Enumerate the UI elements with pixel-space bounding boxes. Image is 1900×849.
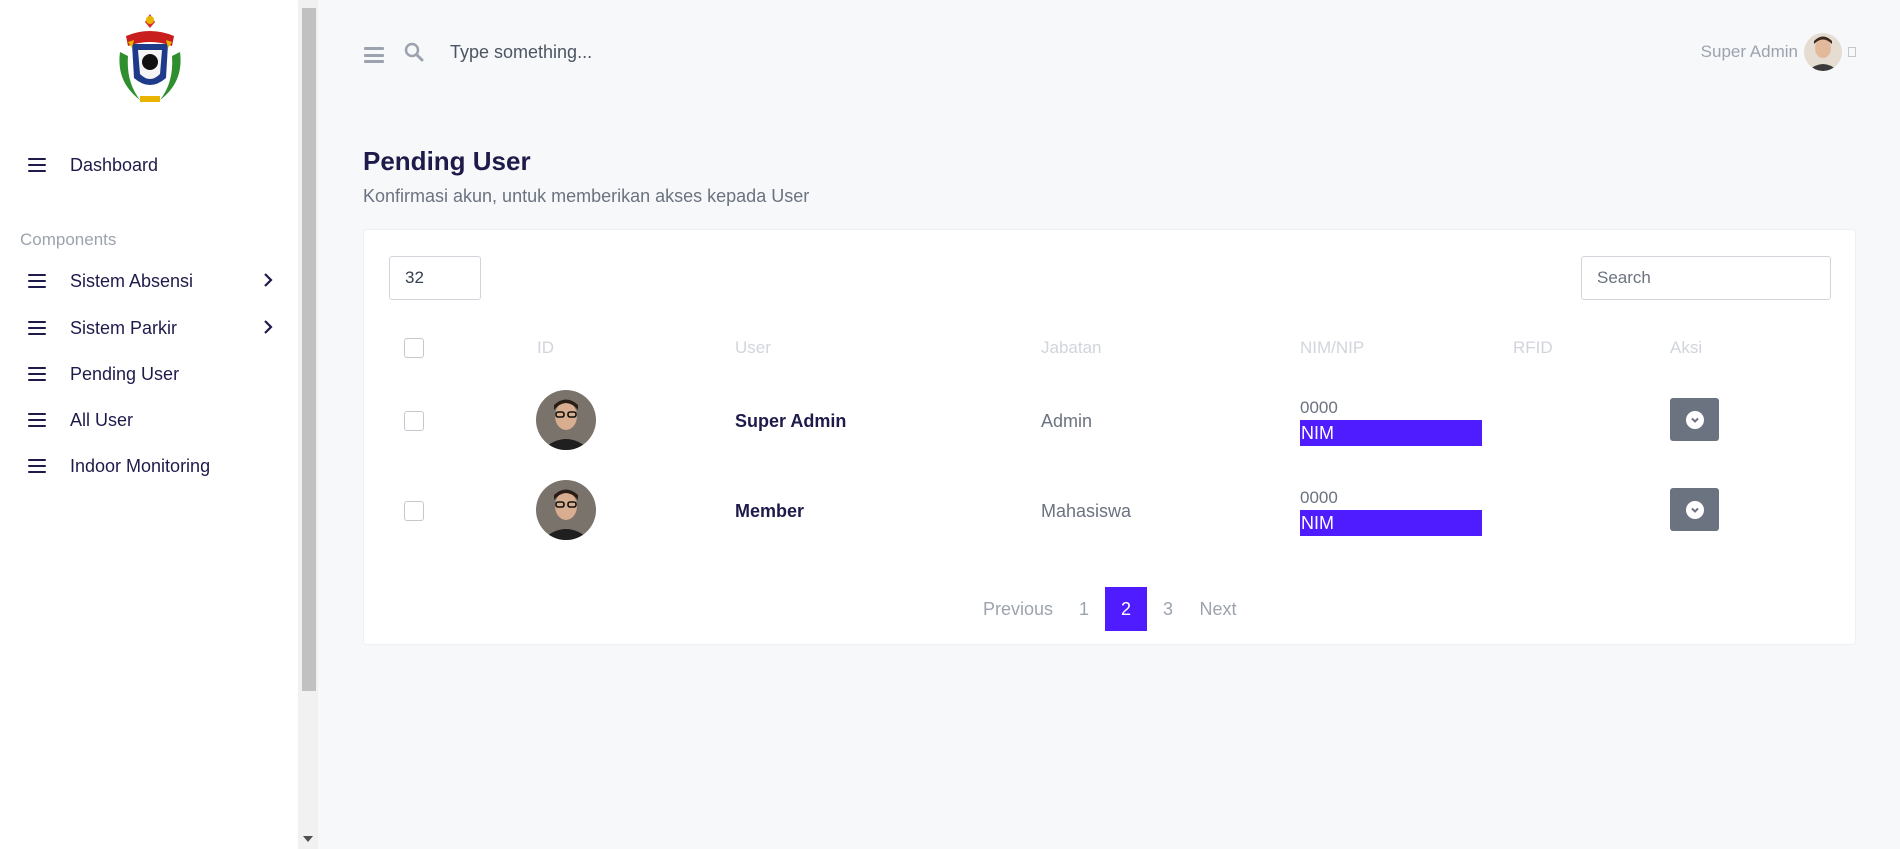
page-title: Pending User <box>363 146 531 176</box>
menu-icon <box>28 321 46 335</box>
sidebar: Dashboard Components Sistem Absensi Sist… <box>0 0 298 849</box>
pagination-page-1[interactable]: 1 <box>1069 587 1099 631</box>
menu-icon <box>28 459 46 473</box>
sidebar-item-label: Pending User <box>70 363 180 384</box>
pagination-next[interactable]: Next <box>1193 587 1243 631</box>
toggle-sidebar-button[interactable] <box>364 47 384 63</box>
pagination-previous[interactable]: Previous <box>976 587 1060 631</box>
user-menu[interactable]: Super Admin <box>1701 33 1856 71</box>
jabatan-cell: Admin <box>1041 411 1093 431</box>
sidebar-item-pending-user[interactable]: Pending User <box>28 359 278 389</box>
sidebar-item-label: All User <box>70 409 134 430</box>
page-length-input[interactable] <box>389 256 481 300</box>
table-search-input[interactable] <box>1581 256 1831 300</box>
sidebar-item-sistem-parkir[interactable]: Sistem Parkir <box>28 313 278 343</box>
menu-icon <box>28 274 46 288</box>
avatar <box>536 390 596 450</box>
user-name-cell: Member <box>735 501 805 521</box>
scrollbar-thumb[interactable] <box>302 8 316 691</box>
row-checkbox[interactable] <box>404 501 424 521</box>
sidebar-item-label: Sistem Absensi <box>70 270 194 291</box>
column-header-jabatan[interactable]: Jabatan <box>1041 338 1102 358</box>
jabatan-cell: Mahasiswa <box>1041 501 1132 521</box>
sidebar-item-label: Indoor Monitoring <box>70 455 211 476</box>
sidebar-item-label: Sistem Parkir <box>70 317 178 338</box>
pagination-page-2-current[interactable]: 2 <box>1105 587 1147 631</box>
sidebar-item-sistem-absensi[interactable]: Sistem Absensi <box>28 266 278 296</box>
avatar <box>536 480 596 540</box>
chevron-right-icon <box>264 320 273 334</box>
row-checkbox[interactable] <box>404 411 424 431</box>
row-action-dropdown-button[interactable] <box>1670 398 1719 441</box>
avatar[interactable] <box>1804 33 1842 71</box>
chevron-down-icon <box>1685 500 1704 519</box>
nim-badge: NIM <box>1300 510 1482 536</box>
column-header-rfid[interactable]: RFID <box>1513 338 1553 358</box>
column-header-aksi[interactable]: Aksi <box>1670 338 1702 358</box>
menu-icon <box>28 413 46 427</box>
university-crest-icon[interactable] <box>110 12 190 106</box>
pagination-page-3[interactable]: 3 <box>1153 587 1183 631</box>
row-action-dropdown-button[interactable] <box>1670 488 1719 531</box>
chevron-down-icon <box>1685 410 1704 429</box>
nim-badge: NIM <box>1300 420 1482 446</box>
column-header-id[interactable]: ID <box>537 338 554 358</box>
select-all-checkbox[interactable] <box>404 338 424 358</box>
global-search-input[interactable] <box>450 38 850 66</box>
column-header-user[interactable]: User <box>735 338 771 358</box>
nim-value-cell: 0000 <box>1300 488 1338 507</box>
column-header-nim-nip[interactable]: NIM/NIP <box>1300 338 1364 358</box>
chevron-right-icon <box>264 273 273 287</box>
menu-icon <box>28 158 46 172</box>
sidebar-item-label: Dashboard <box>70 154 159 175</box>
nim-value-cell: 0000 <box>1300 398 1338 417</box>
user-name: Super Admin <box>1700 42 1798 61</box>
sidebar-item-indoor-monitoring[interactable]: Indoor Monitoring <box>28 451 278 481</box>
search-icon <box>404 42 424 62</box>
page-subtitle: Konfirmasi akun, untuk memberikan akses … <box>363 186 810 206</box>
sidebar-item-all-user[interactable]: All User <box>28 405 278 435</box>
user-name-cell: Super Admin <box>735 411 847 431</box>
sidebar-item-dashboard[interactable]: Dashboard <box>28 150 278 180</box>
dropdown-caret-icon <box>1848 47 1856 57</box>
pending-user-card: ID User Jabatan NIM/NIP RFID Aksi Super … <box>363 229 1856 645</box>
scroll-down-arrow-icon[interactable] <box>303 836 313 842</box>
menu-icon <box>28 367 46 381</box>
sidebar-section-label: Components <box>20 230 117 249</box>
